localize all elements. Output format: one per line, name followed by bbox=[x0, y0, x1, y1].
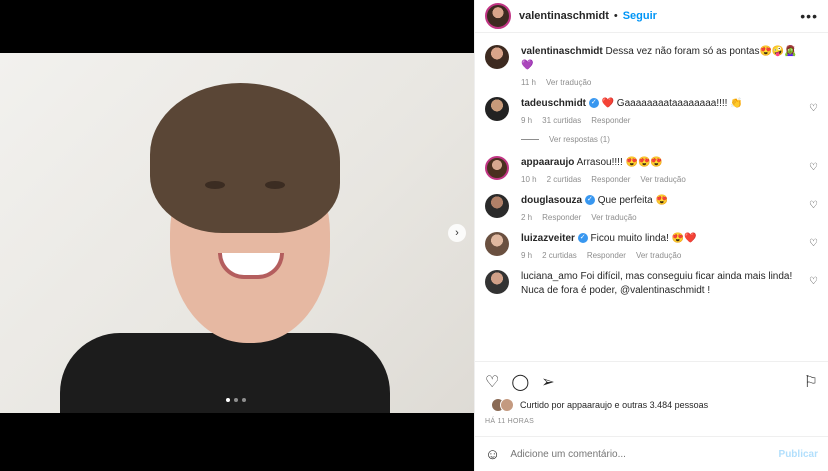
like-heart-icon[interactable]: ♡ bbox=[485, 372, 499, 392]
comment-time[interactable]: 9 h bbox=[521, 116, 532, 125]
next-image-button[interactable]: › bbox=[448, 224, 466, 242]
post-timestamp[interactable]: HÁ 11 HORAS bbox=[485, 418, 818, 425]
reply-button[interactable]: Responder bbox=[591, 116, 630, 125]
carousel-dot bbox=[234, 398, 238, 402]
translate-link[interactable]: Ver tradução bbox=[640, 175, 685, 184]
comments-list: valentinaschmidt Dessa vez não foram só … bbox=[475, 33, 828, 361]
chevron-right-icon: › bbox=[455, 227, 459, 239]
follow-button[interactable]: Seguir bbox=[623, 10, 657, 22]
caption: valentinaschmidt Dessa vez não foram só … bbox=[485, 45, 818, 87]
photo-hair bbox=[150, 83, 340, 233]
avatar[interactable] bbox=[485, 45, 509, 69]
comment-username[interactable]: valentinaschmidt bbox=[521, 46, 603, 57]
avatar[interactable] bbox=[485, 156, 509, 180]
comment-item: luizazveiter ✓ Ficou muito linda! 😍❤️ 9 … bbox=[485, 232, 818, 260]
like-comment-heart-icon[interactable]: ♡ bbox=[809, 200, 818, 211]
like-comment-heart-icon[interactable]: ♡ bbox=[809, 238, 818, 249]
avatar[interactable] bbox=[485, 194, 509, 218]
comment-item: appaaraujo Arrasou!!!! 😍😍😍 10 h 2 curtid… bbox=[485, 156, 818, 184]
comment-username[interactable]: appaaraujo bbox=[521, 157, 574, 168]
liked-by-text[interactable]: Curtido por appaaraujo e outras 3.484 pe… bbox=[520, 400, 708, 410]
avatar[interactable] bbox=[485, 3, 511, 29]
post-actions: ♡ ◯ ➢ ⚐ Curtido por appaaraujo e outras … bbox=[475, 361, 828, 425]
media-panel: › bbox=[0, 0, 474, 471]
publish-button[interactable]: Publicar bbox=[779, 449, 818, 460]
like-comment-heart-icon[interactable]: ♡ bbox=[809, 103, 818, 114]
view-replies[interactable]: Ver respostas (1) bbox=[521, 135, 818, 144]
comment-username[interactable]: luciana_amo bbox=[521, 271, 578, 282]
reply-button[interactable]: Responder bbox=[587, 251, 626, 260]
comment-likes[interactable]: 2 curtidas bbox=[542, 251, 577, 260]
like-comment-heart-icon[interactable]: ♡ bbox=[809, 162, 818, 173]
comment-text: ❤️ Gaaaaaaaataaaaaaaa!!!! 👏 bbox=[601, 98, 743, 109]
reply-line bbox=[521, 139, 539, 140]
photo-eye-left bbox=[205, 181, 225, 189]
comment-text: Arrasou!!!! 😍😍😍 bbox=[576, 157, 663, 168]
photo-eye-right bbox=[265, 181, 285, 189]
comment-icon[interactable]: ◯ bbox=[511, 372, 529, 392]
comment-item: douglasouza ✓ Que perfeita 😍 2 h Respond… bbox=[485, 194, 818, 222]
comment-username[interactable]: tadeuschmidt bbox=[521, 98, 586, 109]
share-icon[interactable]: ➢ bbox=[541, 372, 554, 392]
post-sidebar: valentinaschmidt • Seguir ••• valentinas… bbox=[474, 0, 828, 471]
reply-button[interactable]: Responder bbox=[591, 175, 630, 184]
separator-dot: • bbox=[613, 10, 618, 22]
comment-time[interactable]: 9 h bbox=[521, 251, 532, 260]
translate-link[interactable]: Ver tradução bbox=[636, 251, 681, 260]
post-header: valentinaschmidt • Seguir ••• bbox=[475, 0, 828, 33]
verified-badge-icon: ✓ bbox=[577, 233, 588, 244]
post-username[interactable]: valentinaschmidt bbox=[519, 10, 609, 22]
carousel-dots bbox=[226, 398, 246, 402]
comment-text: Ficou muito linda! 😍❤️ bbox=[590, 233, 697, 244]
like-comment-heart-icon[interactable]: ♡ bbox=[809, 276, 818, 287]
avatar[interactable] bbox=[485, 270, 509, 294]
liked-by: Curtido por appaaraujo e outras 3.484 pe… bbox=[485, 398, 818, 412]
comment-time[interactable]: 10 h bbox=[521, 175, 537, 184]
comment-item: tadeuschmidt ✓ ❤️ Gaaaaaaaataaaaaaaa!!!!… bbox=[485, 97, 818, 125]
carousel-dot bbox=[242, 398, 246, 402]
post-modal: › valentinaschmidt • Seguir ••• valentin… bbox=[0, 0, 828, 471]
add-comment-bar: ☺ Publicar bbox=[475, 436, 828, 471]
photo-shirt bbox=[60, 333, 390, 413]
verified-badge-icon: ✓ bbox=[588, 98, 599, 109]
more-icon[interactable]: ••• bbox=[800, 8, 818, 24]
view-replies-label[interactable]: Ver respostas (1) bbox=[549, 135, 610, 144]
avatar[interactable] bbox=[485, 97, 509, 121]
translate-link[interactable]: Ver tradução bbox=[591, 213, 636, 222]
comment-time[interactable]: 11 h bbox=[521, 78, 536, 87]
liker-avatar[interactable] bbox=[500, 398, 514, 412]
comment-text: Que perfeita 😍 bbox=[597, 195, 668, 206]
comment-input[interactable] bbox=[510, 448, 779, 460]
verified-badge-icon: ✓ bbox=[584, 195, 595, 206]
avatar[interactable] bbox=[485, 232, 509, 256]
translate-link[interactable]: Ver tradução bbox=[546, 78, 591, 87]
comment-item: luciana_amo Foi difícil, mas conseguiu f… bbox=[485, 270, 818, 298]
comment-likes[interactable]: 2 curtidas bbox=[547, 175, 582, 184]
bookmark-icon[interactable]: ⚐ bbox=[804, 372, 818, 392]
emoji-icon[interactable]: ☺ bbox=[485, 446, 500, 463]
comment-username[interactable]: douglasouza bbox=[521, 195, 582, 206]
comment-time[interactable]: 2 h bbox=[521, 213, 532, 222]
comment-likes[interactable]: 31 curtidas bbox=[542, 116, 581, 125]
carousel-dot bbox=[226, 398, 230, 402]
post-photo[interactable] bbox=[0, 53, 474, 413]
reply-button[interactable]: Responder bbox=[542, 213, 581, 222]
comment-username[interactable]: luizazveiter bbox=[521, 233, 575, 244]
